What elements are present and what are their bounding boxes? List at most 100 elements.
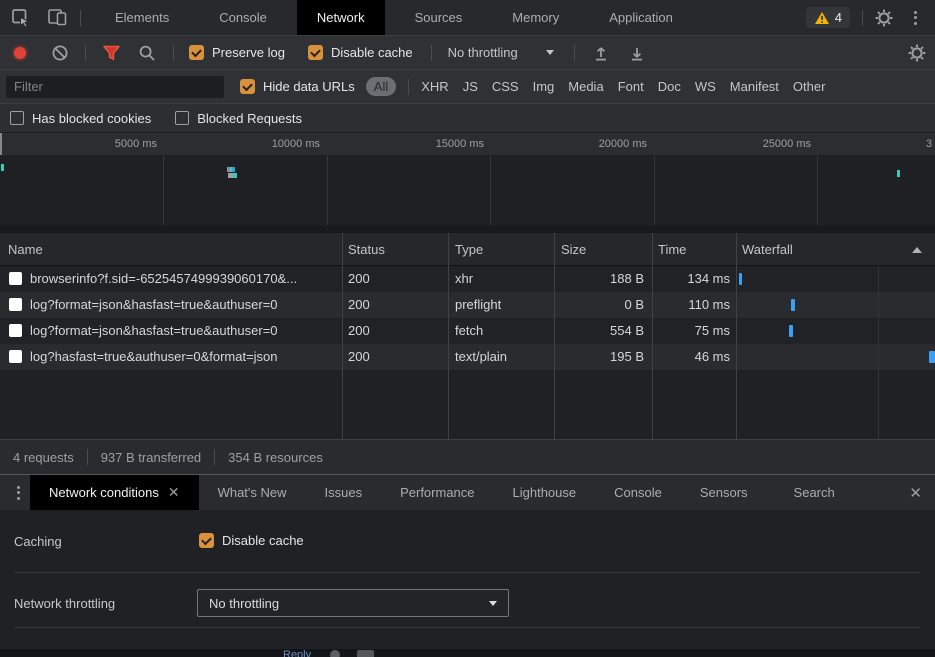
settings-gear-icon[interactable] bbox=[869, 4, 899, 32]
filter-chip-font[interactable]: Font bbox=[618, 79, 644, 94]
tick-label: 10000 ms bbox=[220, 133, 320, 155]
filter-chip-js[interactable]: JS bbox=[463, 79, 478, 94]
clear-network-log-icon[interactable] bbox=[51, 44, 69, 62]
drawer-tabbar: Network conditions ✕ What's New Issues P… bbox=[0, 474, 935, 510]
inspect-element-icon[interactable] bbox=[6, 4, 36, 32]
requests-table: Name Status Type Size Time Waterfall bro… bbox=[0, 233, 935, 439]
background-avatar-icon bbox=[330, 650, 340, 657]
overview-axis-labels: 5000 ms 10000 ms 15000 ms 20000 ms 25000… bbox=[0, 133, 935, 155]
tab-elements[interactable]: Elements bbox=[95, 0, 189, 35]
requests-table-header[interactable]: Name Status Type Size Time Waterfall bbox=[0, 233, 935, 266]
tab-application[interactable]: Application bbox=[589, 0, 693, 35]
checkbox-checked-icon bbox=[308, 45, 323, 60]
resource-file-icon bbox=[9, 298, 22, 311]
drawer-tab-console[interactable]: Console bbox=[595, 475, 681, 511]
filter-chip-media[interactable]: Media bbox=[568, 79, 603, 94]
summary-request-count: 4 requests bbox=[0, 450, 87, 465]
more-options-kebab-icon[interactable] bbox=[903, 4, 927, 32]
filter-chip-other[interactable]: Other bbox=[793, 79, 826, 94]
checkbox-checked-icon bbox=[240, 79, 255, 94]
request-name: log?format=json&hasfast=true&authuser=0 bbox=[30, 318, 335, 344]
filter-chip-manifest[interactable]: Manifest bbox=[730, 79, 779, 94]
tab-memory[interactable]: Memory bbox=[492, 0, 579, 35]
tab-console[interactable]: Console bbox=[199, 0, 287, 35]
disable-cache-checkbox[interactable]: Disable cache bbox=[308, 45, 413, 60]
overview-request-mark bbox=[1, 164, 4, 171]
checkbox-checked-icon bbox=[189, 45, 204, 60]
checkbox-unchecked-icon bbox=[10, 111, 24, 125]
issues-warning-badge[interactable]: 4 bbox=[806, 7, 850, 28]
summary-transferred: 937 B transferred bbox=[88, 450, 214, 465]
chevron-down-icon bbox=[546, 50, 554, 55]
drawer-more-tabs-kebab-icon[interactable] bbox=[6, 475, 30, 511]
column-header-type[interactable]: Type bbox=[455, 233, 483, 266]
column-header-time[interactable]: Time bbox=[658, 233, 686, 266]
waterfall-bar bbox=[739, 273, 742, 285]
preserve-log-checkbox[interactable]: Preserve log bbox=[189, 45, 285, 60]
devtools-window: Elements Console Network Sources Memory … bbox=[0, 0, 935, 657]
throttling-value: No throttling bbox=[448, 45, 518, 60]
drawer-tab-issues[interactable]: Issues bbox=[306, 475, 382, 511]
request-row[interactable]: log?format=json&hasfast=true&authuser=0 … bbox=[0, 292, 935, 318]
checkbox-unchecked-icon bbox=[175, 111, 189, 125]
network-throttling-select[interactable]: No throttling bbox=[197, 589, 509, 617]
overview-left-handle[interactable] bbox=[0, 133, 2, 155]
drawer-tab-lighthouse[interactable]: Lighthouse bbox=[494, 475, 596, 511]
close-drawer-icon[interactable]: ✕ bbox=[909, 484, 922, 502]
has-blocked-cookies-checkbox[interactable]: Has blocked cookies bbox=[10, 111, 151, 126]
column-header-waterfall[interactable]: Waterfall bbox=[742, 233, 793, 266]
request-status: 200 bbox=[348, 344, 370, 370]
throttling-select[interactable]: No throttling bbox=[448, 45, 554, 60]
request-row[interactable]: browserinfo?f.sid=-6525457499939060170&.… bbox=[0, 266, 935, 292]
request-type: xhr bbox=[455, 266, 473, 292]
column-header-status[interactable]: Status bbox=[348, 233, 385, 266]
divider bbox=[862, 10, 863, 26]
reply-link: Reply bbox=[283, 649, 311, 657]
drawer-tab-sensors[interactable]: Sensors bbox=[681, 475, 767, 511]
record-network-log-button[interactable] bbox=[14, 47, 26, 59]
request-row[interactable]: log?format=json&hasfast=true&authuser=0 … bbox=[0, 318, 935, 344]
filter-chip-css[interactable]: CSS bbox=[492, 79, 519, 94]
request-time: 75 ms bbox=[652, 318, 730, 344]
conditions-disable-cache-checkbox[interactable]: Disable cache bbox=[199, 533, 304, 548]
has-blocked-cookies-label: Has blocked cookies bbox=[32, 111, 151, 126]
network-filter-bar: Hide data URLs All XHR JS CSS Img Media … bbox=[0, 70, 935, 104]
export-har-icon[interactable] bbox=[628, 44, 646, 62]
filter-funnel-icon[interactable] bbox=[102, 45, 121, 61]
background-page-strip: Reply bbox=[0, 649, 935, 657]
filter-chip-doc[interactable]: Doc bbox=[658, 79, 681, 94]
filter-chip-ws[interactable]: WS bbox=[695, 79, 716, 94]
import-har-icon[interactable] bbox=[592, 44, 610, 62]
overview-footer bbox=[0, 225, 935, 233]
column-header-size[interactable]: Size bbox=[561, 233, 586, 266]
network-overview-timeline[interactable]: 5000 ms 10000 ms 15000 ms 20000 ms 25000… bbox=[0, 133, 935, 233]
hide-data-urls-checkbox[interactable]: Hide data URLs bbox=[240, 79, 355, 94]
tab-network[interactable]: Network bbox=[297, 0, 385, 35]
device-toolbar-icon[interactable] bbox=[42, 4, 72, 32]
network-settings-gear-icon[interactable] bbox=[907, 43, 927, 63]
network-toolbar: Preserve log Disable cache No throttling bbox=[0, 36, 935, 70]
divider bbox=[173, 45, 174, 61]
filter-chip-all[interactable]: All bbox=[366, 77, 396, 96]
overview-request-mark bbox=[228, 173, 237, 178]
blocked-requests-checkbox[interactable]: Blocked Requests bbox=[175, 111, 302, 126]
drawer-tab-network-conditions[interactable]: Network conditions ✕ bbox=[30, 475, 199, 511]
search-icon[interactable] bbox=[138, 44, 156, 62]
filter-chip-xhr[interactable]: XHR bbox=[421, 79, 448, 94]
drawer-tab-performance[interactable]: Performance bbox=[381, 475, 493, 511]
close-tab-icon[interactable]: ✕ bbox=[168, 484, 180, 501]
column-header-name[interactable]: Name bbox=[8, 233, 43, 266]
filter-chip-img[interactable]: Img bbox=[533, 79, 555, 94]
request-size: 188 B bbox=[554, 266, 644, 292]
request-type: preflight bbox=[455, 292, 501, 318]
drawer-tab-whats-new[interactable]: What's New bbox=[199, 475, 306, 511]
network-options-row: Has blocked cookies Blocked Requests bbox=[0, 104, 935, 133]
waterfall-bar bbox=[789, 325, 793, 337]
request-time: 134 ms bbox=[652, 266, 730, 292]
divider bbox=[80, 10, 81, 26]
request-time: 46 ms bbox=[652, 344, 730, 370]
filter-input[interactable] bbox=[6, 76, 224, 98]
request-row[interactable]: log?hasfast=true&authuser=0&format=json … bbox=[0, 344, 935, 370]
tab-sources[interactable]: Sources bbox=[395, 0, 483, 35]
drawer-tab-search[interactable]: Search bbox=[767, 475, 862, 511]
